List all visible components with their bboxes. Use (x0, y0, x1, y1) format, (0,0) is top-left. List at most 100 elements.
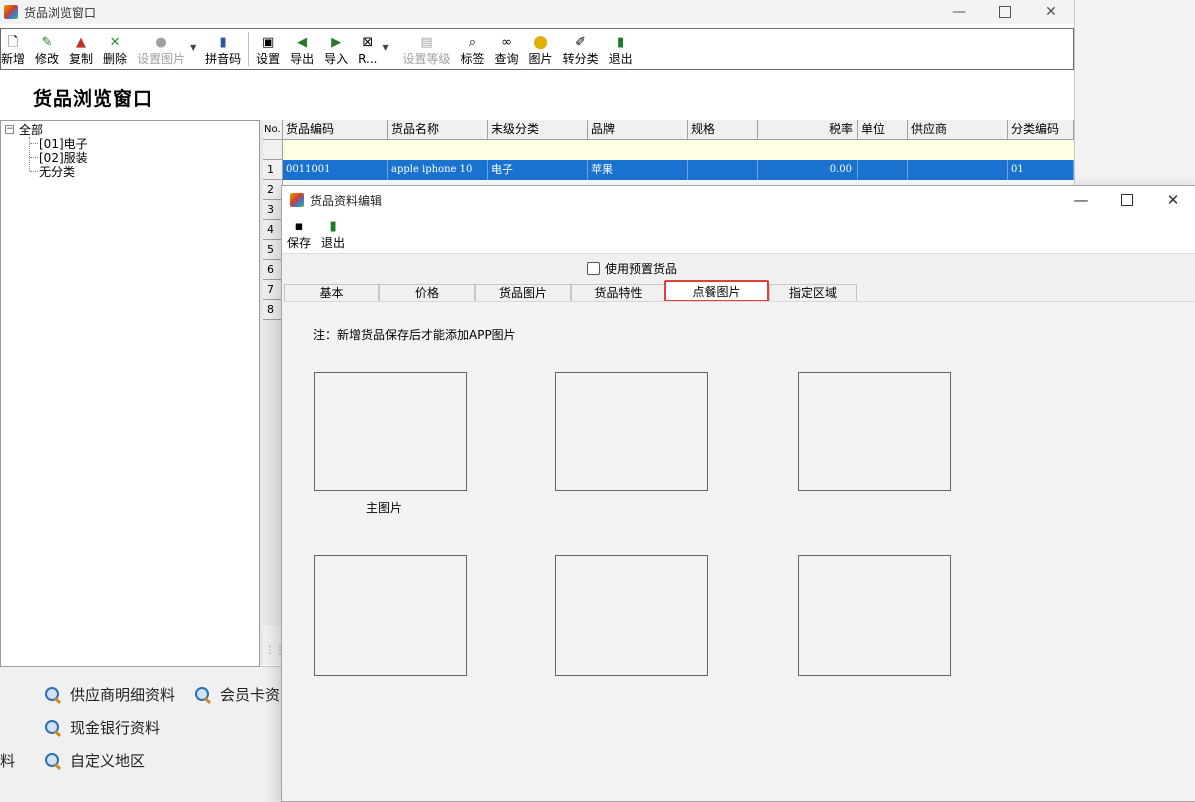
magnifier-icon (44, 752, 62, 770)
save-disk-icon: ▪ (294, 219, 304, 234)
maximize-button[interactable] (982, 0, 1028, 24)
toolbar-exit-button[interactable]: ▮ 退出 (604, 29, 638, 69)
resize-grip-icon[interactable]: ⋮⋮ (265, 645, 285, 659)
tab-goods-images[interactable]: 货品图片 (475, 284, 571, 301)
column-header-unit[interactable]: 单位 (858, 120, 908, 139)
dialog-exit-button[interactable]: ▮ 退出 (316, 214, 350, 253)
tab-price[interactable]: 价格 (379, 284, 475, 301)
column-header-class-code[interactable]: 分类编码 (1008, 120, 1074, 139)
cell-category[interactable]: 电子 (488, 160, 588, 180)
tab-order-images[interactable]: 点餐图片 (664, 280, 769, 302)
dialog-save-button[interactable]: ▪ 保存 (282, 214, 316, 253)
checkbox-label: 使用预置货品 (605, 262, 678, 276)
toolbar-export-button[interactable]: ◀ 导出 (285, 29, 319, 69)
cell-tax[interactable]: 0.00 (758, 160, 858, 180)
column-header-code[interactable]: 货品编码 (283, 120, 388, 139)
image-slot-4[interactable] (314, 555, 467, 676)
category-tree[interactable]: − 全部 [01]电子 [02]服装 无分类 (0, 120, 260, 667)
tab-goods-features[interactable]: 货品特性 (571, 284, 666, 301)
tree-node-root[interactable]: 全部 (19, 123, 43, 137)
toolbar-label: 修改 (35, 52, 60, 66)
app-logo-icon (290, 193, 304, 207)
cell-code[interactable]: 0011001 (283, 160, 388, 180)
dialog-minimize-button[interactable]: — (1058, 186, 1104, 214)
background-link-partial[interactable]: 料 (0, 750, 15, 771)
preset-goods-checkbox[interactable]: 使用预置货品 (587, 260, 677, 277)
tree-node-clothing[interactable]: [02]服装 (39, 151, 88, 165)
toolbar-label: 新增 (1, 52, 26, 66)
toolbar-label: 设置等级 (402, 52, 451, 66)
background-link-custom-region[interactable]: 自定义地区 (44, 750, 145, 771)
picture-icon: ⬤ (533, 35, 548, 50)
image-slot-3[interactable] (798, 372, 951, 491)
column-header-tax[interactable]: 税率 (758, 120, 858, 139)
toolbar-label: 查询 (494, 52, 519, 66)
background-link-supplier-details[interactable]: 供应商明细资料 (44, 684, 175, 705)
image-slot-2[interactable] (555, 372, 708, 491)
cell-brand[interactable]: 苹果 (588, 160, 688, 180)
toolbar-set-grade-button[interactable]: ▤ 设置等级 (393, 29, 456, 69)
toolbar-delete-button[interactable]: ✕ 删除 (98, 29, 132, 69)
filter-row[interactable] (283, 140, 1074, 161)
tree-node-uncategorized[interactable]: 无分类 (39, 165, 75, 179)
column-header-supplier[interactable]: 供应商 (908, 120, 1008, 139)
dialog-titlebar[interactable]: 货品资料编辑 — ✕ (282, 186, 1195, 214)
tab-assigned-region[interactable]: 指定区域 (769, 284, 857, 301)
toolbar-label: 设置图片 (137, 52, 186, 66)
cell-name[interactable]: apple iphone 10 (388, 160, 488, 180)
grade-icon: ▤ (420, 35, 433, 50)
magnifier-icon (194, 686, 212, 704)
column-header-category[interactable]: 末级分类 (488, 120, 588, 139)
toolbar-pinyin-button[interactable]: ▮ 拼音码 (200, 29, 246, 69)
dialog-maximize-button[interactable] (1104, 186, 1150, 214)
magnifier-icon (44, 686, 62, 704)
column-header-no[interactable]: No. (263, 120, 283, 139)
toolbar-edit-button[interactable]: ✎ 修改 (30, 29, 64, 69)
toolbar-settings-button[interactable]: ▣ 设置 (251, 29, 285, 69)
dialog-close-button[interactable]: ✕ (1150, 186, 1195, 214)
toolbar-label: 设置 (256, 52, 281, 66)
toolbar-set-image-button[interactable]: ● 设置图片 (132, 29, 190, 69)
toolbar-label: 导出 (290, 52, 315, 66)
image-slot-6[interactable] (798, 555, 951, 676)
table-row-selected[interactable]: 0011001 apple iphone 10 电子 苹果 0.00 01 (283, 160, 1074, 180)
toolbar-query-button[interactable]: ∞ 查询 (490, 29, 524, 69)
exit-icon: ▮ (617, 35, 625, 50)
toolbar-label: 标签 (460, 52, 485, 66)
toolbar-label: 导入 (324, 52, 349, 66)
set-image-dropdown-arrow[interactable]: ▼ (190, 29, 200, 52)
checkbox-box[interactable] (587, 262, 600, 275)
toolbar-copy-button[interactable]: ▲ 复制 (64, 29, 98, 69)
toolbar-label-button[interactable]: ⌕ 标签 (456, 29, 490, 69)
toolbar-picture-button[interactable]: ⬤ 图片 (524, 29, 558, 69)
main-window-title: 货品浏览窗口 (24, 5, 97, 20)
cell-spec[interactable] (688, 160, 758, 180)
background-link-label: 自定义地区 (70, 752, 146, 770)
column-header-spec[interactable]: 规格 (688, 120, 758, 139)
pinyin-icon: ▮ (219, 35, 227, 50)
row-number: 7 (263, 280, 283, 300)
cell-unit[interactable] (858, 160, 908, 180)
image-slot-5[interactable] (555, 555, 708, 676)
filter-row-header (263, 140, 283, 160)
tab-basic[interactable]: 基本 (284, 284, 379, 301)
toolbar-new-button[interactable]: 🗋 新增 (1, 29, 30, 69)
background-link-cash-bank[interactable]: 现金银行资料 (44, 717, 160, 738)
collapse-toggle-icon[interactable]: − (5, 125, 14, 134)
toolbar-import-button[interactable]: ▶ 导入 (319, 29, 353, 69)
image-slot-main[interactable] (314, 372, 467, 491)
column-header-brand[interactable]: 品牌 (588, 120, 688, 139)
copy-stamp-icon: ▲ (76, 35, 87, 50)
toolbar-label: 保存 (287, 236, 312, 250)
toolbar-transfer-category-button[interactable]: ✐ 转分类 (558, 29, 604, 69)
tree-node-electronics[interactable]: [01]电子 (39, 137, 88, 151)
report-dropdown-arrow[interactable]: ▼ (383, 29, 393, 52)
cell-supplier[interactable] (908, 160, 1008, 180)
close-button[interactable]: ✕ (1028, 0, 1074, 24)
minimize-button[interactable]: — (936, 0, 982, 24)
toolbar-report-button[interactable]: ⊠ R... (353, 29, 382, 69)
column-header-name[interactable]: 货品名称 (388, 120, 488, 139)
background-link-member-card[interactable]: 会员卡资 (194, 684, 280, 705)
main-titlebar[interactable]: 货品浏览窗口 — ✕ (0, 0, 1074, 24)
cell-class-code[interactable]: 01 (1008, 160, 1074, 180)
